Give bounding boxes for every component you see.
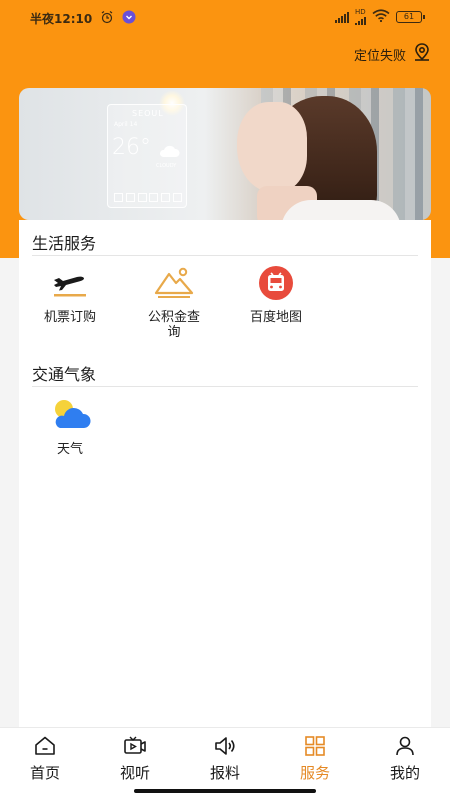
nav-label: 报料: [209, 764, 240, 782]
service-label: 百度地图: [249, 310, 302, 325]
speaker-icon: [213, 734, 237, 758]
promo-banner[interactable]: SEOUL April 14 26° CLOUDY: [19, 88, 431, 220]
banner-weather-card: SEOUL April 14 26° CLOUDY: [107, 104, 187, 208]
service-housing-fund[interactable]: 公积金查询: [129, 266, 219, 340]
bus-icon: [256, 266, 296, 300]
user-icon: [393, 734, 417, 758]
banner-cloud-icon: [158, 143, 180, 162]
service-baidu-map[interactable]: 百度地图: [231, 266, 321, 325]
banner-weather-condition: CLOUDY: [156, 163, 177, 169]
grid-icon: [303, 734, 327, 758]
status-time: 半夜12:10: [30, 12, 93, 26]
service-label: 机票订购: [43, 310, 96, 325]
section-divider: [32, 255, 418, 256]
nav-label: 我的: [389, 764, 420, 782]
cell-signal-icon: [335, 11, 349, 23]
services-card: 生活服务 机票订购 公积金查询 百度地图 交通气象 天气: [19, 220, 431, 728]
section-title-life: 生活服务: [32, 234, 97, 253]
nav-tab-services[interactable]: 服务: [270, 734, 360, 783]
airplane-icon: [50, 266, 90, 300]
alarm-clock-icon: [100, 10, 114, 27]
banner-person-face: [237, 102, 307, 192]
banner-forecast-row: [114, 193, 182, 202]
mountain-icon: [154, 266, 194, 300]
nav-tab-report[interactable]: 报料: [180, 734, 270, 783]
banner-weather-city: SEOUL: [132, 109, 164, 118]
nav-tab-profile[interactable]: 我的: [360, 734, 450, 783]
download-icon: [122, 10, 136, 27]
video-icon: [123, 734, 147, 758]
service-label: 天气: [56, 442, 83, 457]
wifi-icon: [372, 9, 390, 25]
nav-label: 服务: [299, 764, 330, 782]
service-label: 公积金查询: [147, 310, 200, 340]
battery-icon: 61: [396, 11, 425, 23]
banner-weather-temp: 26°: [112, 135, 151, 160]
location-button[interactable]: 定位失败: [354, 42, 432, 66]
battery-level: 61: [403, 12, 415, 21]
location-label: 定位失败: [353, 48, 406, 64]
section-title-traffic-weather: 交通气象: [32, 365, 97, 384]
nav-label: 首页: [29, 764, 60, 782]
nav-label: 视听: [119, 764, 150, 782]
weather-cloud-icon: [50, 398, 91, 432]
banner-person-shirt: [281, 200, 401, 220]
banner-weather-date: April 14: [114, 121, 138, 128]
section-divider: [32, 386, 418, 387]
nav-tab-video[interactable]: 视听: [90, 734, 180, 783]
service-flight-booking[interactable]: 机票订购: [25, 266, 115, 325]
location-pin-icon: [412, 42, 432, 66]
home-indicator[interactable]: [134, 789, 316, 793]
status-bar: 半夜12:10 HD 61: [0, 0, 450, 34]
service-weather[interactable]: 天气: [25, 398, 115, 457]
home-icon: [33, 734, 57, 758]
nav-tab-home[interactable]: 首页: [0, 734, 90, 783]
network-type-label: HD: [355, 8, 366, 16]
cell-signal-2-icon: [355, 17, 366, 25]
